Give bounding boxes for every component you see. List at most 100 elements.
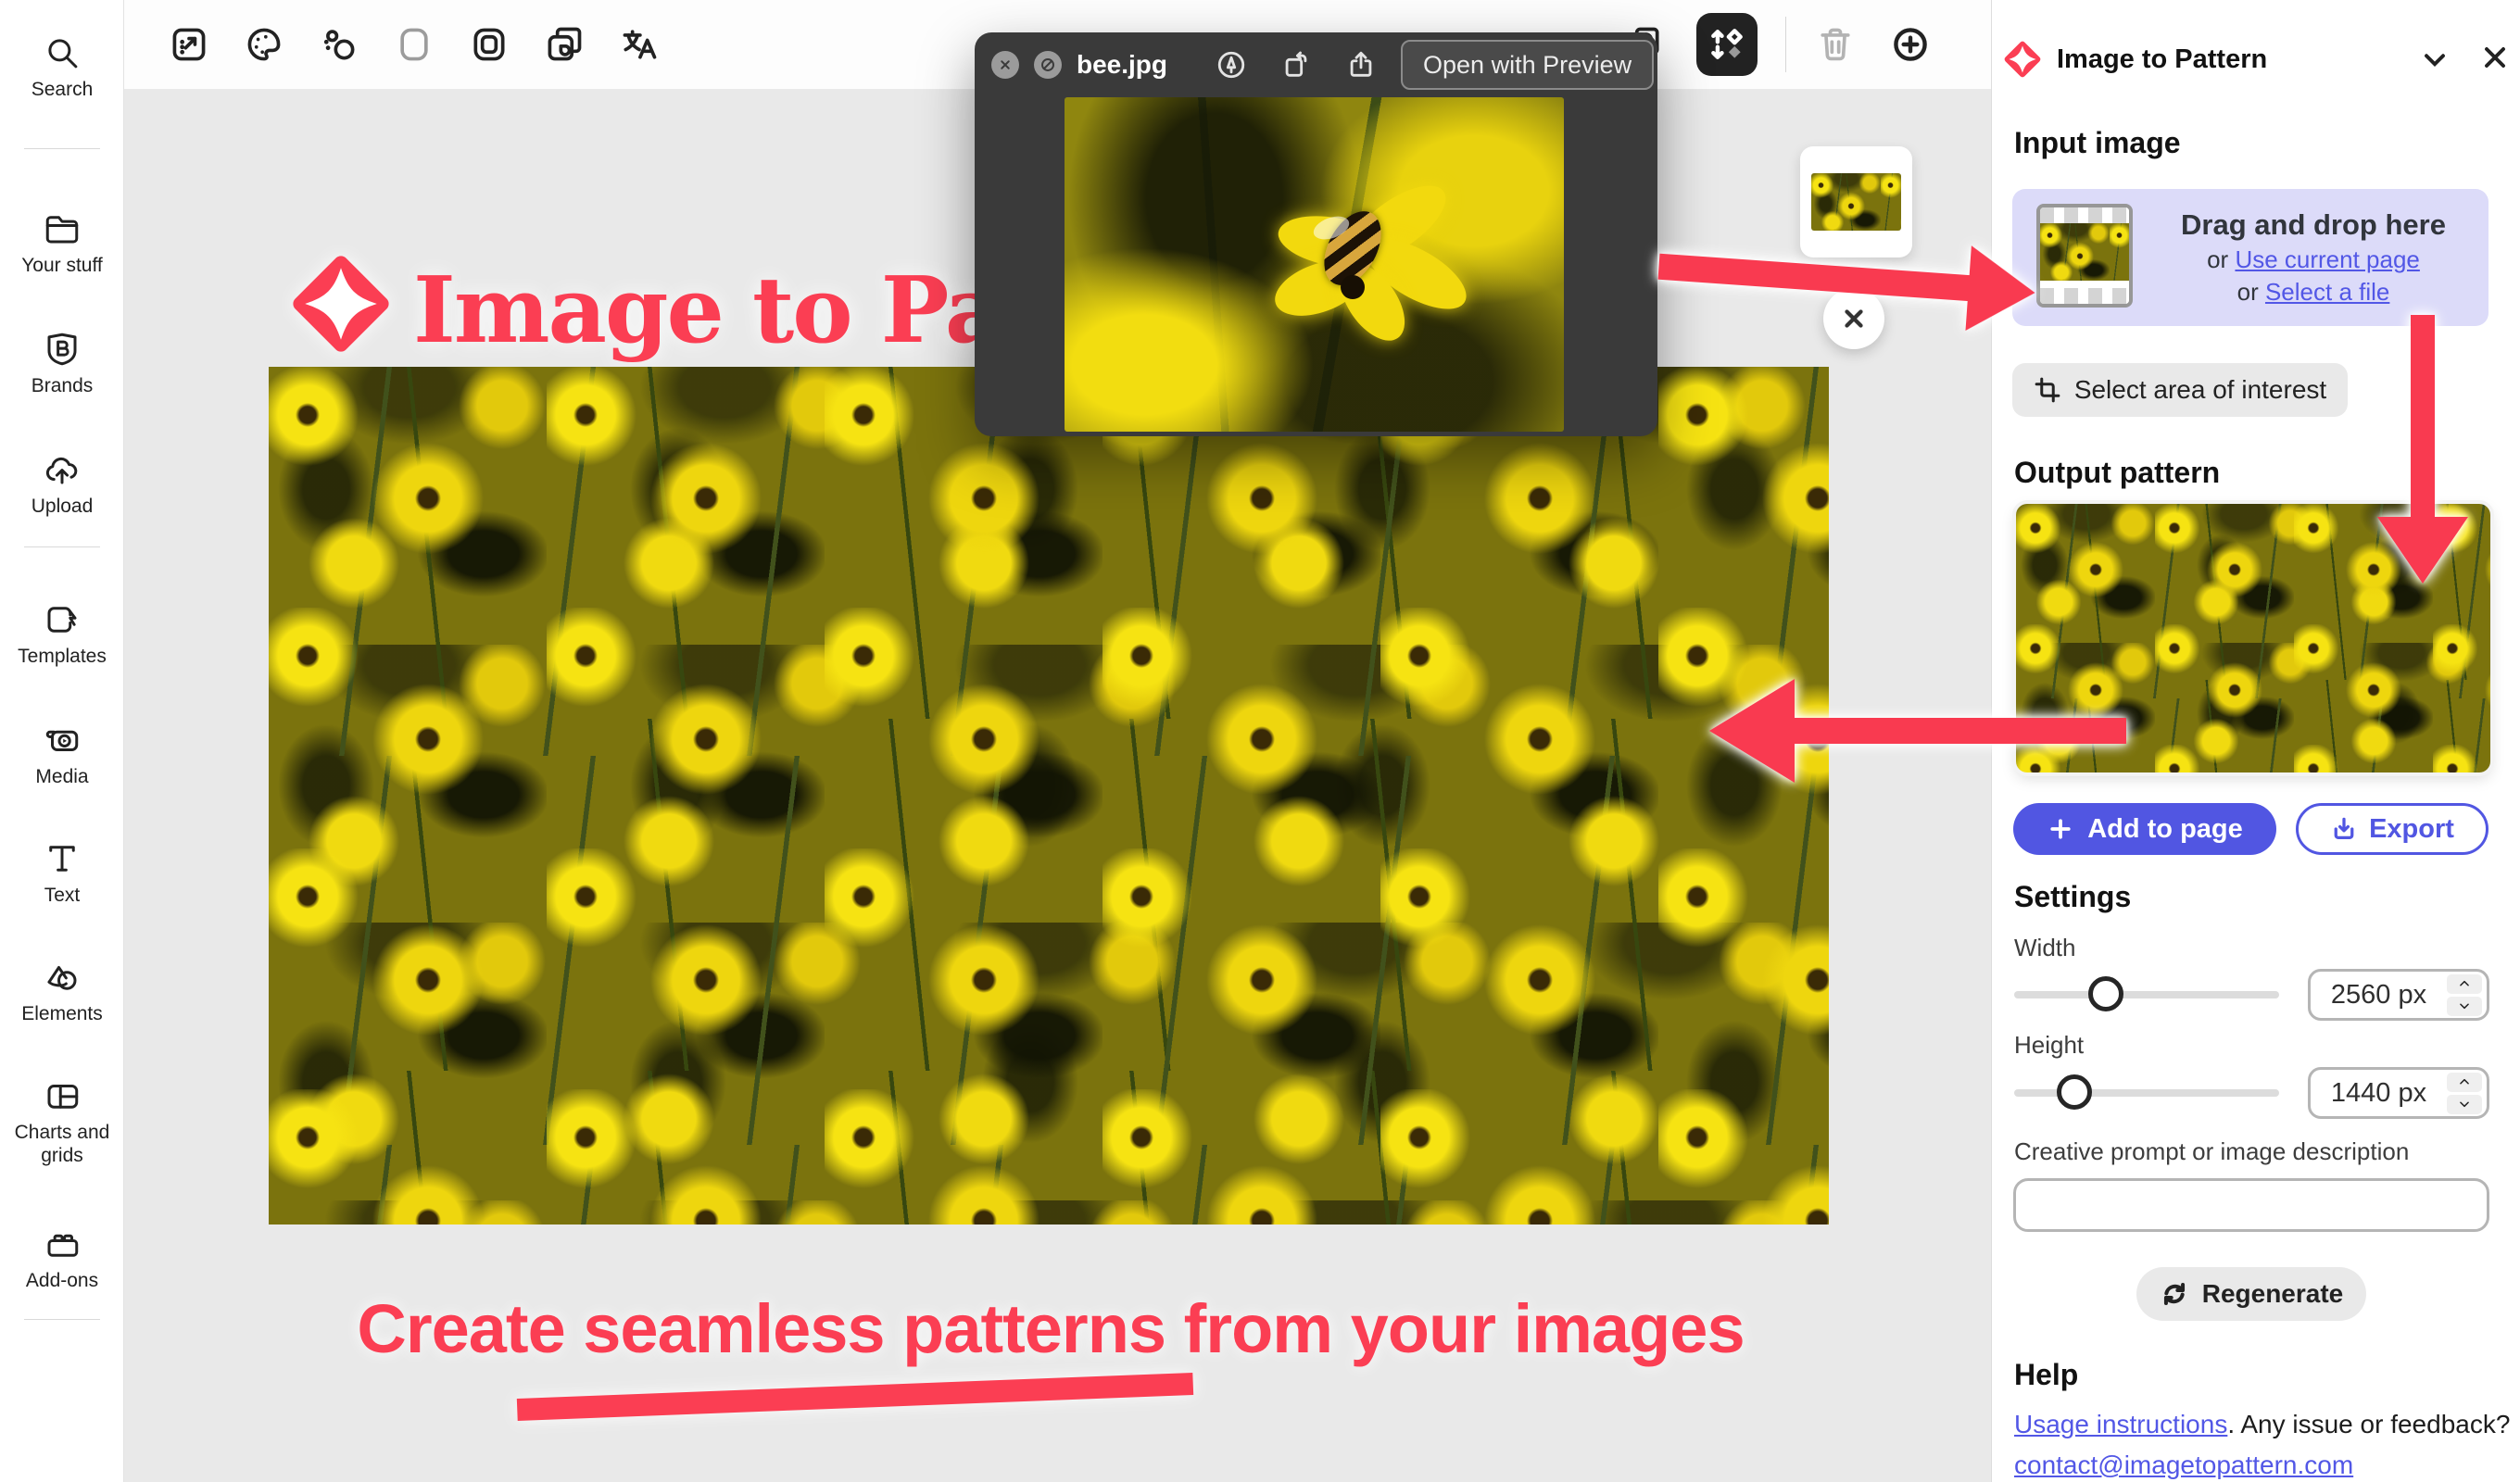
width-slider-knob[interactable] bbox=[2088, 976, 2123, 1011]
input-image-thumbnail bbox=[2036, 204, 2133, 308]
export-button[interactable]: Export bbox=[2296, 803, 2488, 855]
help-heading: Help bbox=[2014, 1358, 2078, 1392]
usage-instructions-link[interactable]: Usage instructions bbox=[2014, 1410, 2227, 1438]
frame-button[interactable] bbox=[467, 22, 511, 67]
share-button[interactable] bbox=[1345, 44, 1377, 85]
sidebar-item-upload[interactable]: Upload bbox=[0, 450, 124, 518]
quicklook-close-button[interactable] bbox=[991, 51, 1019, 79]
slogan-text: Create seamless patterns from your image… bbox=[272, 1289, 1829, 1368]
sidebar-item-charts-grids[interactable]: Charts and grids bbox=[0, 1076, 124, 1167]
regenerate-label: Regenerate bbox=[2202, 1279, 2344, 1309]
sidebar-item-label: Templates bbox=[18, 645, 107, 668]
use-current-page-link[interactable]: Use current page bbox=[2235, 245, 2419, 273]
background-shape-button[interactable] bbox=[392, 22, 436, 67]
sidebar-item-elements[interactable]: Elements bbox=[0, 958, 124, 1025]
height-label: Height bbox=[2014, 1031, 2084, 1060]
width-stepper[interactable]: 2560 px bbox=[2308, 969, 2489, 1021]
resize-button[interactable] bbox=[167, 22, 211, 67]
frame-icon bbox=[469, 24, 510, 65]
canvas-pattern-image[interactable] bbox=[269, 367, 1829, 1225]
collapse-panel-button[interactable] bbox=[2418, 43, 2455, 80]
sidebar-item-search[interactable]: Search bbox=[0, 33, 124, 101]
width-increment-button[interactable] bbox=[2447, 974, 2482, 994]
select-a-file-link[interactable]: Select a file bbox=[2265, 278, 2389, 306]
left-sidebar: Search Your stuff Brands Upload Template… bbox=[0, 0, 124, 1482]
translate-icon bbox=[619, 24, 660, 65]
animate-icon bbox=[319, 24, 359, 65]
panel-header: Image to Pattern bbox=[1992, 0, 2520, 111]
duplicate-button[interactable] bbox=[542, 22, 586, 67]
regenerate-button[interactable]: Regenerate bbox=[2136, 1267, 2366, 1321]
width-decrement-button[interactable] bbox=[2447, 997, 2482, 1016]
quicklook-discard-button[interactable] bbox=[1034, 51, 1062, 79]
quicklook-titlebar: bee.jpg Open with Preview bbox=[975, 32, 1657, 97]
height-slider-knob[interactable] bbox=[2057, 1074, 2092, 1110]
trash-icon bbox=[1815, 24, 1856, 65]
sidebar-item-add-ons[interactable]: Add-ons bbox=[0, 1225, 124, 1292]
height-slider[interactable] bbox=[2014, 1089, 2279, 1097]
width-value[interactable]: 2560 px bbox=[2311, 980, 2447, 1011]
prompt-input[interactable] bbox=[2013, 1178, 2489, 1232]
sidebar-item-label: Charts and grids bbox=[11, 1121, 113, 1167]
film-sprockets bbox=[2040, 207, 2129, 223]
height-increment-button[interactable] bbox=[2447, 1073, 2482, 1092]
sidebar-item-label: Elements bbox=[21, 1002, 103, 1025]
share-icon bbox=[1345, 49, 1377, 81]
height-decrement-button[interactable] bbox=[2447, 1095, 2482, 1114]
translate-button[interactable] bbox=[617, 22, 662, 67]
select-area-button[interactable]: Select area of interest bbox=[2012, 363, 2348, 417]
rotate-icon bbox=[1280, 49, 1312, 81]
delete-page-button[interactable] bbox=[1813, 22, 1858, 67]
page-thumbnail-image bbox=[1811, 173, 1901, 231]
add-ons-icon bbox=[43, 1225, 82, 1263]
panel-title: Image to Pattern bbox=[2057, 44, 2267, 75]
film-sprockets bbox=[2040, 288, 2129, 304]
sidebar-item-text[interactable]: Text bbox=[0, 839, 124, 907]
arrow-output-pattern bbox=[2377, 315, 2468, 584]
sidebar-item-media[interactable]: Media bbox=[0, 721, 124, 788]
crop-icon bbox=[2034, 376, 2061, 404]
height-stepper[interactable]: 1440 px bbox=[2308, 1067, 2489, 1119]
refresh-icon bbox=[2160, 1279, 2189, 1309]
elements-icon bbox=[43, 958, 82, 997]
animate-button[interactable] bbox=[317, 22, 361, 67]
prompt-label: Creative prompt or image description bbox=[2014, 1137, 2409, 1166]
sidebar-item-templates[interactable]: Templates bbox=[0, 600, 124, 668]
dropzone-main-text: Drag and drop here bbox=[2181, 208, 2446, 242]
quicklook-window[interactable]: bee.jpg Open with Preview bbox=[975, 32, 1657, 436]
sidebar-item-label: Upload bbox=[32, 495, 94, 518]
height-value[interactable]: 1440 px bbox=[2311, 1078, 2447, 1109]
slash-circle-icon bbox=[1040, 57, 1056, 73]
addon-logo-icon bbox=[1999, 35, 2046, 83]
markup-button[interactable] bbox=[1216, 44, 1247, 85]
add-to-page-button[interactable]: Add to page bbox=[2013, 803, 2276, 855]
text-icon bbox=[43, 839, 82, 878]
width-slider[interactable] bbox=[2014, 991, 2279, 998]
sidebar-item-label: Media bbox=[35, 765, 88, 788]
arrow-to-canvas bbox=[1709, 679, 2126, 783]
resize-icon bbox=[169, 24, 209, 65]
chevron-up-icon bbox=[2456, 977, 2473, 990]
contact-email-link[interactable]: contact@imagetopattern.com bbox=[2014, 1451, 2353, 1479]
open-with-preview-button[interactable]: Open with Preview bbox=[1401, 40, 1654, 90]
plus-circle-icon bbox=[1890, 24, 1931, 65]
brand-shield-icon bbox=[43, 330, 82, 369]
sidebar-item-your-stuff[interactable]: Your stuff bbox=[0, 209, 124, 277]
dropzone-text: Drag and drop here or Use current page o… bbox=[2142, 189, 2485, 326]
sidebar-item-label: Your stuff bbox=[21, 254, 103, 277]
add-page-button[interactable] bbox=[1888, 22, 1933, 67]
contact-line: contact@imagetopattern.com bbox=[2014, 1451, 2353, 1480]
close-panel-button[interactable] bbox=[2478, 41, 2515, 78]
theme-button[interactable] bbox=[242, 22, 286, 67]
dropzone[interactable]: Drag and drop here or Use current page o… bbox=[2012, 189, 2488, 326]
sidebar-item-label: Brands bbox=[32, 374, 94, 397]
select-area-label: Select area of interest bbox=[2074, 375, 2326, 405]
sidebar-item-brands[interactable]: Brands bbox=[0, 330, 124, 397]
search-icon bbox=[43, 33, 82, 72]
sidebar-divider bbox=[24, 148, 100, 149]
reorder-pages-button[interactable] bbox=[1696, 13, 1758, 76]
doc-logo-icon bbox=[284, 239, 398, 369]
sidebar-item-label: Text bbox=[44, 884, 81, 907]
output-pattern-heading: Output pattern bbox=[2014, 456, 2220, 490]
rotate-button[interactable] bbox=[1280, 44, 1312, 85]
